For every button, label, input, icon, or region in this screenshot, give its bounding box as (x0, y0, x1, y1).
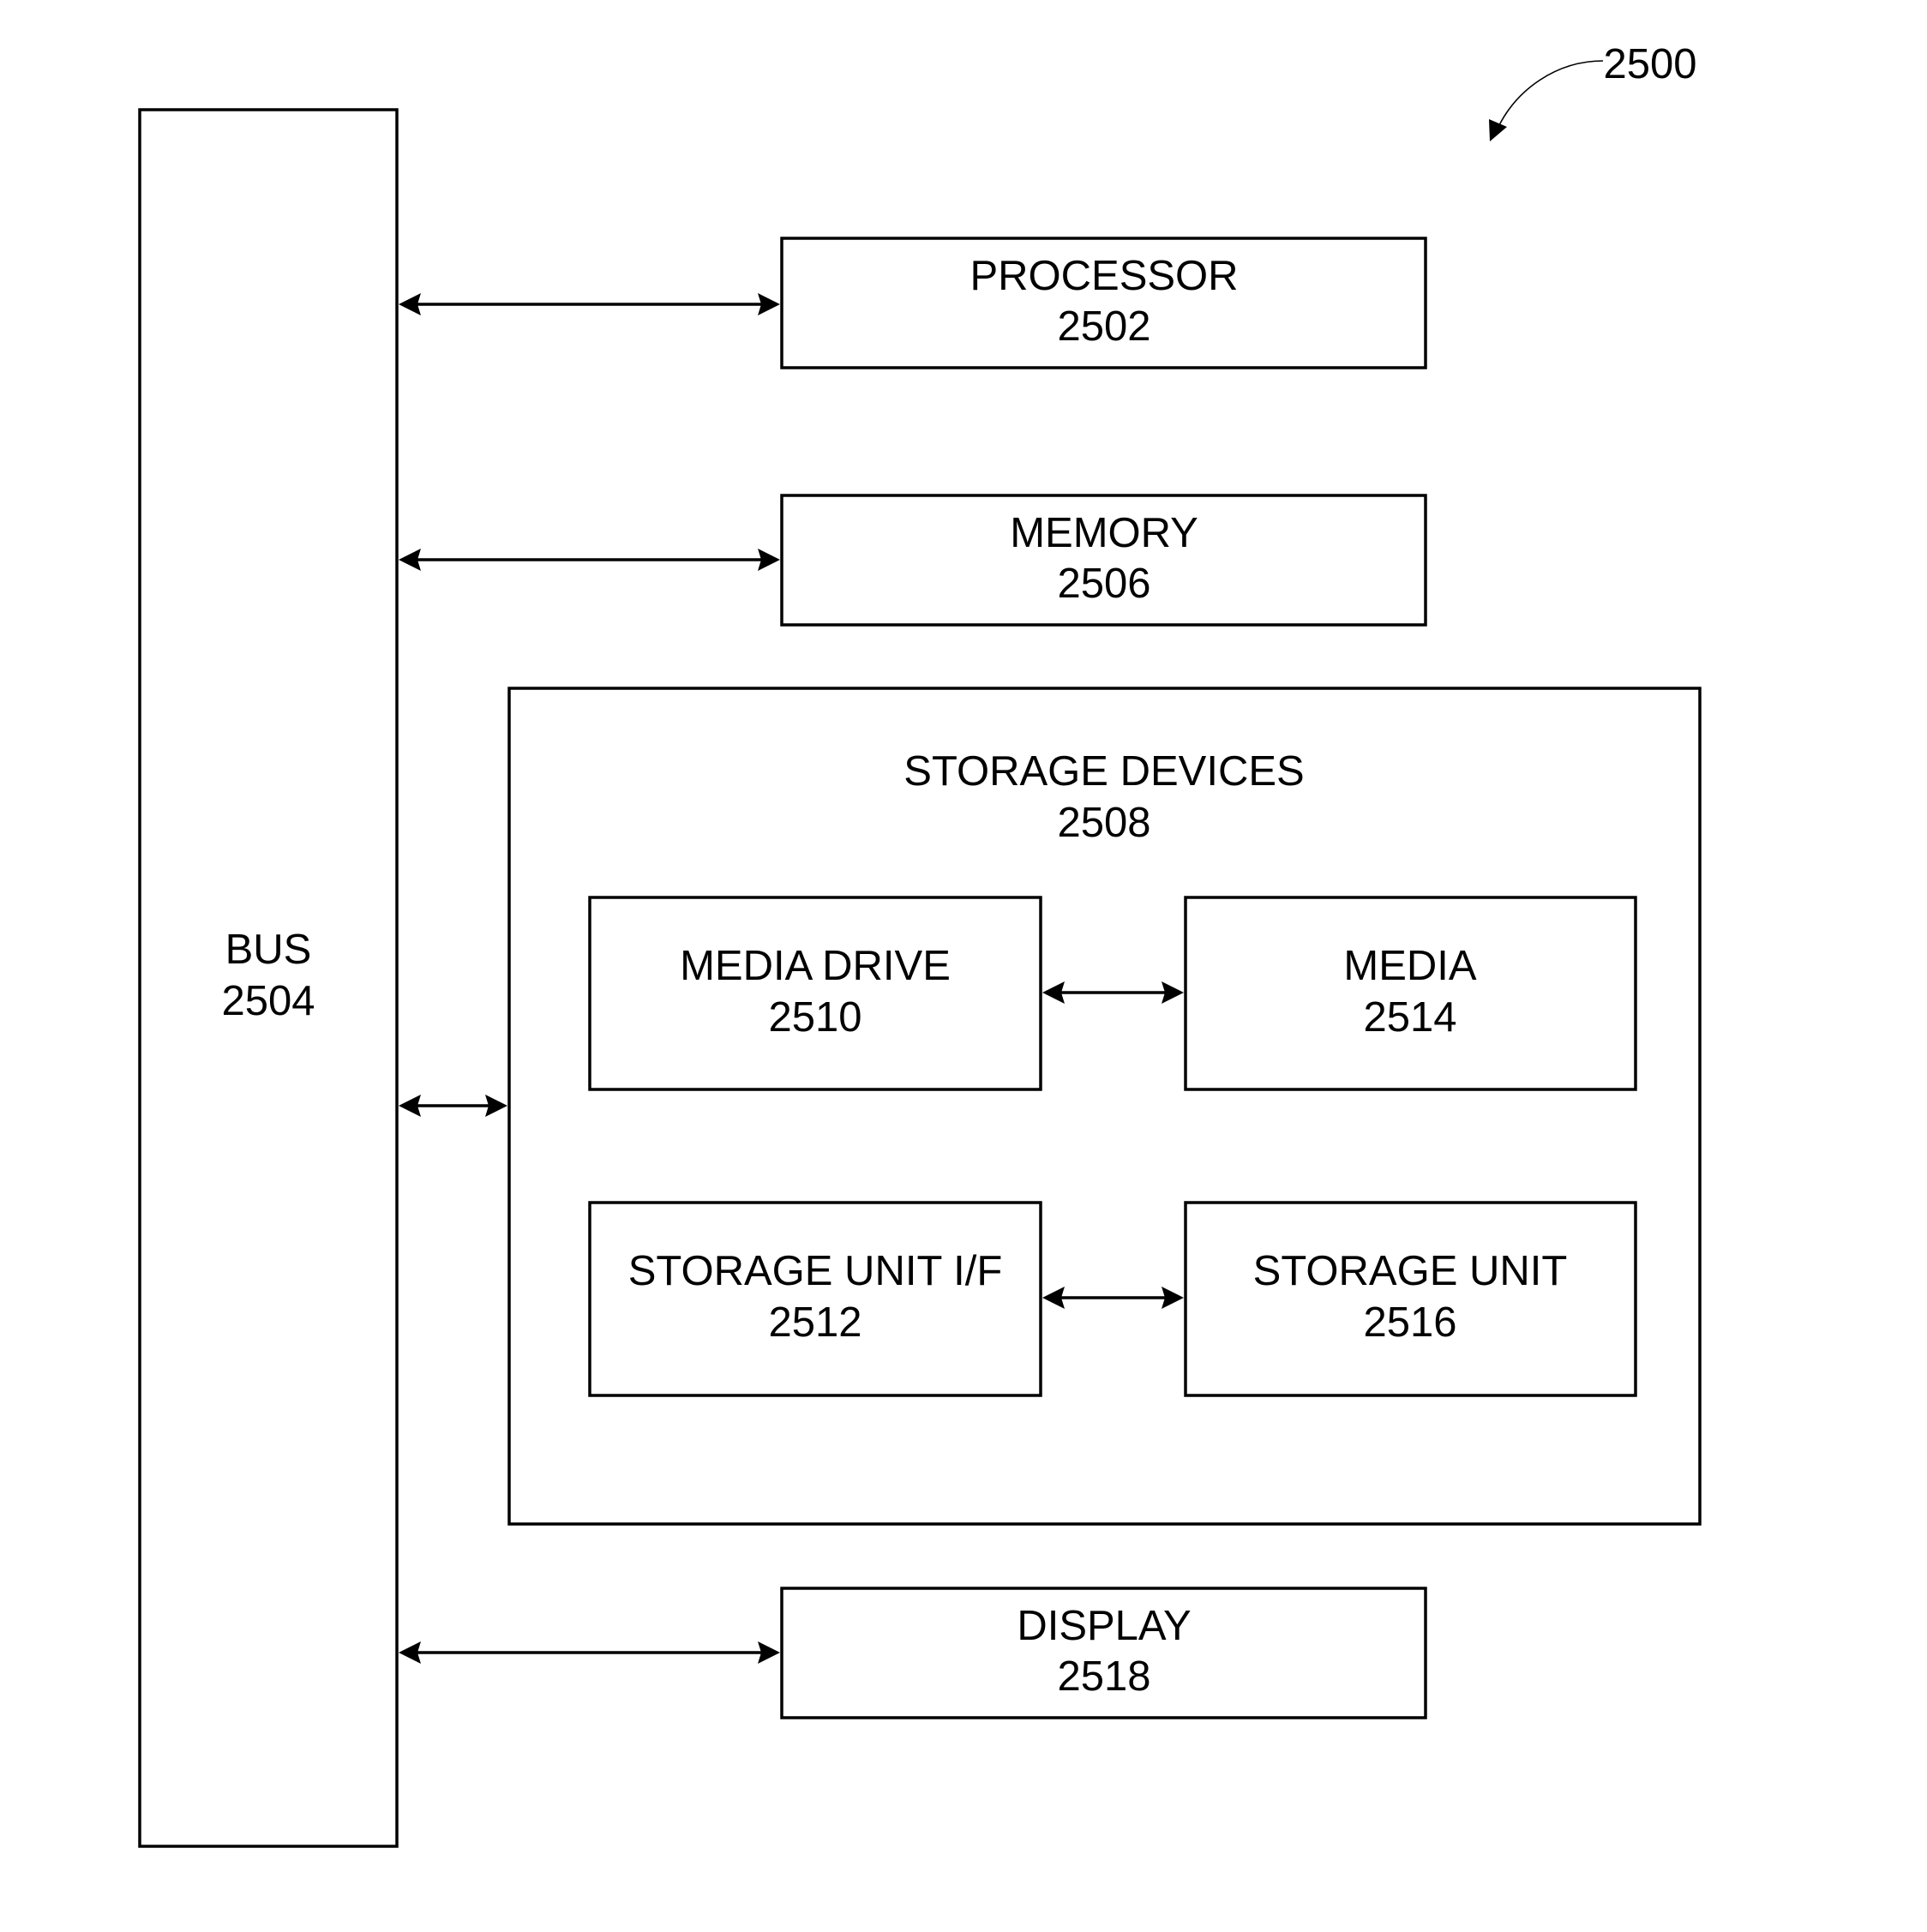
media-drive-block: MEDIA DRIVE 2510 (588, 896, 1042, 1091)
bus-ref: 2504 (221, 978, 315, 1024)
media-drive-box (588, 896, 1042, 1091)
bus-block: BUS 2504 (138, 108, 399, 1848)
memory-ref: 2506 (1057, 561, 1150, 607)
media-drive-ref: 2510 (768, 994, 861, 1041)
figure-reference: 2500 (1489, 41, 1697, 141)
media-name: MEDIA (1343, 943, 1477, 989)
display-block: DISPLAY 2518 (780, 1587, 1427, 1719)
media-block: MEDIA 2514 (1184, 896, 1637, 1091)
media-ref: 2514 (1363, 994, 1456, 1041)
display-ref: 2518 (1057, 1653, 1150, 1700)
processor-ref: 2502 (1057, 303, 1150, 350)
figure-reference-leader-line (1498, 60, 1604, 126)
bus-name: BUS (225, 927, 312, 973)
storage-unit-interface-block: STORAGE UNIT I/F 2512 (588, 1201, 1042, 1397)
storage-unit-interface-name: STORAGE UNIT I/F (628, 1248, 1003, 1294)
block-diagram: 2500 BUS 2504 PROCESSOR 2502 MEMORY 2506… (138, 41, 1702, 1848)
media-drive-name: MEDIA DRIVE (680, 943, 951, 989)
media-box (1184, 896, 1637, 1091)
storage-devices-block: STORAGE DEVICES 2508 (507, 687, 1702, 1526)
memory-block: MEMORY 2506 (780, 494, 1427, 627)
storage-devices-name: STORAGE DEVICES (903, 748, 1304, 795)
storage-devices-ref: 2508 (1057, 800, 1150, 846)
storage-unit-name: STORAGE UNIT (1253, 1248, 1568, 1294)
processor-block: PROCESSOR 2502 (780, 237, 1427, 369)
memory-name: MEMORY (1010, 510, 1198, 556)
figure-reference-arrowhead (1489, 119, 1507, 141)
processor-name: PROCESSOR (970, 253, 1238, 299)
figure-reference-label: 2500 (1603, 41, 1696, 87)
display-name: DISPLAY (1017, 1603, 1191, 1649)
storage-unit-block: STORAGE UNIT 2516 (1184, 1201, 1637, 1397)
storage-unit-interface-ref: 2512 (768, 1299, 861, 1346)
storage-unit-ref: 2516 (1363, 1299, 1456, 1346)
